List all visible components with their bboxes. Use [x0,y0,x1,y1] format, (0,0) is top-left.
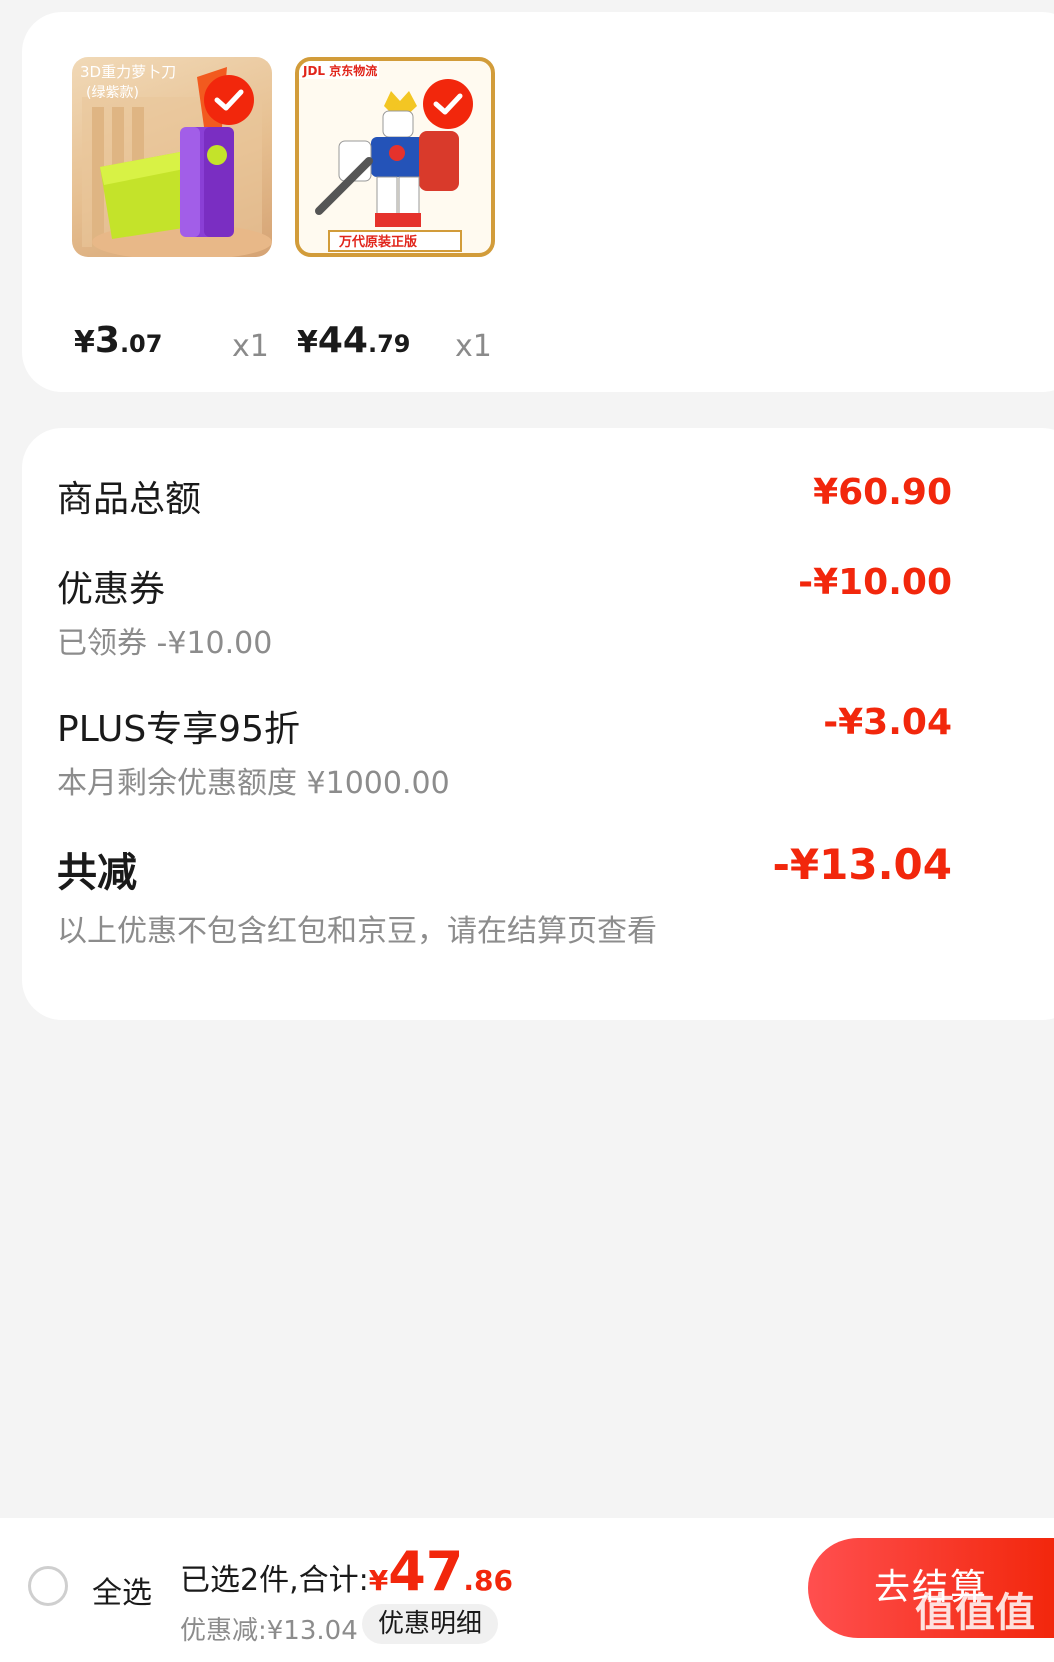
selected-check-icon[interactable] [204,75,254,125]
discount-amount: 优惠减:¥13.04 [180,1616,358,1646]
plus-discount-value: -¥3.04 [823,702,952,743]
select-all-label[interactable]: 全选 [92,1568,152,1612]
coupon-label: 优惠券 [57,569,166,610]
goods-total-label: 商品总额 [57,479,202,520]
selected-products-card: 3D重力萝卜刀 (绿紫款) ¥3.07 x1 JDL 京东物流 万代原装正版 ¥… [22,12,1054,392]
select-all-radio[interactable] [28,1566,68,1606]
selected-count-text: 已选2件,合计: [180,1563,369,1598]
svg-text:3D重力萝卜刀: 3D重力萝卜刀 [80,63,176,81]
total-integer: 47 [388,1540,464,1603]
product-quantity: x1 [232,329,269,364]
product-price: ¥44.79 [297,320,411,361]
site-watermark: 值值值 zhizhizhi.com [914,1590,1036,1657]
plus-remaining-quota: 本月剩余优惠额度 ¥1000.00 [57,766,450,801]
product-image[interactable]: JDL 京东物流 万代原装正版 [295,57,495,257]
coupon-value: -¥10.00 [798,562,952,603]
product-quantity: x1 [455,329,492,364]
total-decimal: .86 [463,1564,513,1597]
checkout-bar: 全选 已选2件,合计:¥47.86 优惠减:¥13.04 优惠明细 去结算 [0,1518,1054,1662]
total-reduce-value: -¥13.04 [772,840,952,889]
selected-check-icon[interactable] [423,79,473,129]
goods-total-value: ¥60.90 [813,472,952,513]
plus-discount-label: PLUS专享95折 [57,709,300,750]
product-price: ¥3.07 [74,320,163,361]
price-summary-card: 商品总额 ¥60.90 优惠券 -¥10.00 已领券 -¥10.00 PLUS… [22,428,1054,1020]
discount-detail-button[interactable]: 优惠明细 [362,1604,499,1644]
discount-note: 以上优惠不包含红包和京豆，请在结算页查看 [57,914,657,949]
svg-text:JDL 京东物流: JDL 京东物流 [302,63,377,78]
svg-text:万代原装正版: 万代原装正版 [338,234,417,250]
product-image[interactable]: 3D重力萝卜刀 (绿紫款) [72,57,272,257]
coupon-sub: 已领券 -¥10.00 [57,626,273,661]
total-reduce-label: 共减 [57,850,137,896]
selected-total: 已选2件,合计:¥47.86 [180,1540,513,1603]
total-currency: ¥ [368,1564,389,1597]
svg-text:(绿紫款): (绿紫款) [86,85,139,101]
